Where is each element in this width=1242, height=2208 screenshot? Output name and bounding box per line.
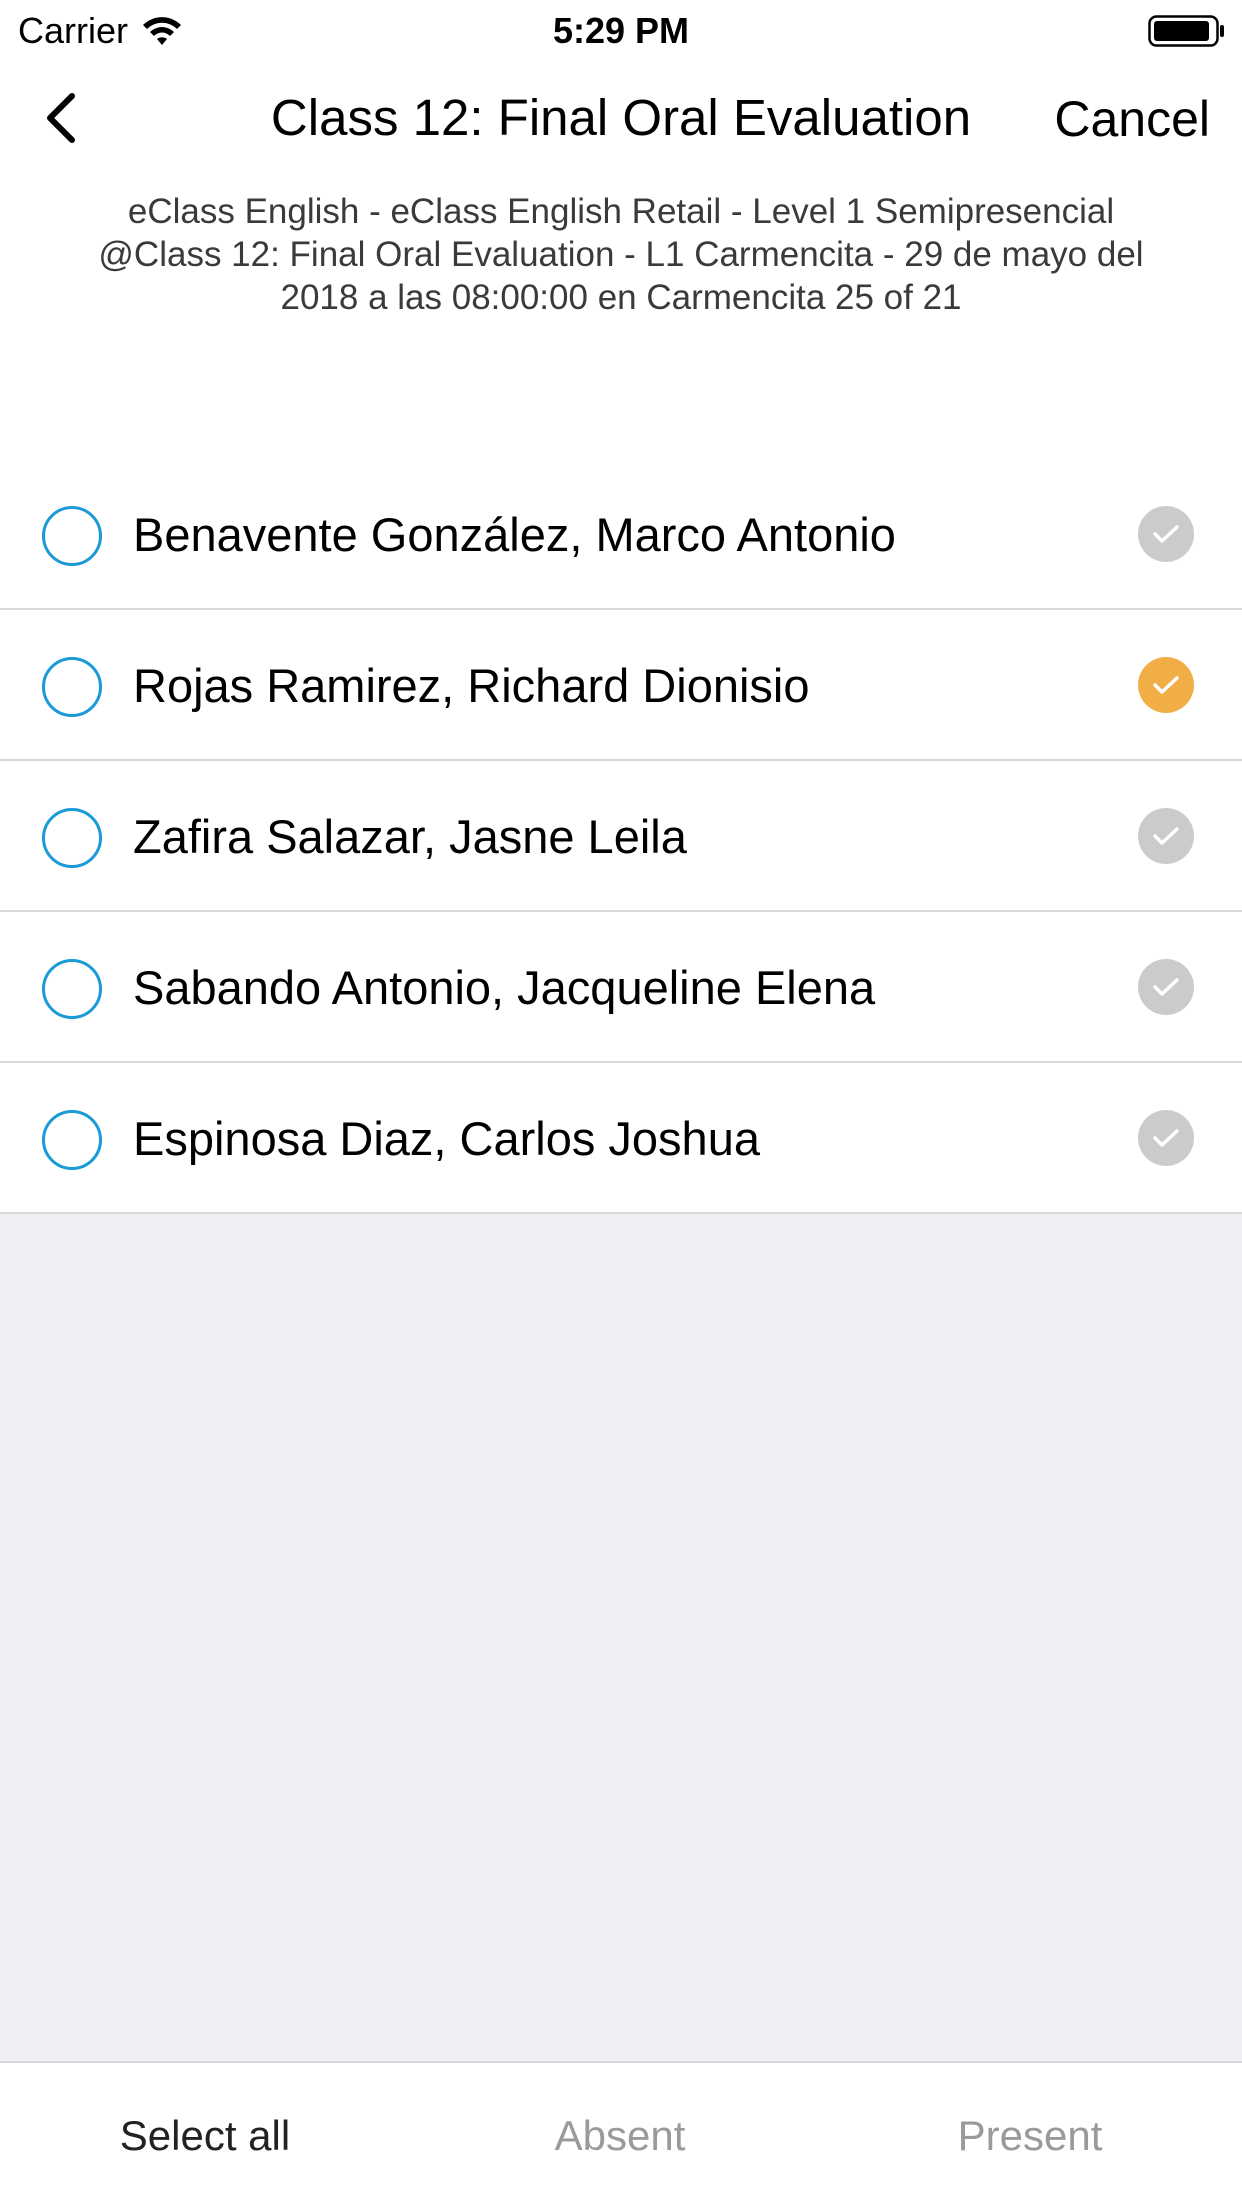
present-button[interactable]: Present [880,2063,1180,2208]
checkmark-icon [1153,525,1179,543]
absent-button[interactable]: Absent [470,2063,770,2208]
attendance-screen: Carrier 5:29 PM Class 12: Final Oral Eva… [0,0,1242,2208]
page-title: Class 12: Final Oral Evaluation [270,89,972,146]
attendance-status-button[interactable] [1138,959,1194,1015]
header-area: Carrier 5:29 PM Class 12: Final Oral Eva… [0,0,1242,459]
student-row[interactable]: Benavente González, Marco Antonio [0,459,1242,610]
student-name: Espinosa Diaz, Carlos Joshua [133,1112,760,1165]
student-name: Rojas Ramirez, Richard Dionisio [133,659,810,712]
status-bar: Carrier 5:29 PM [0,0,1242,60]
checkmark-icon [1153,978,1179,996]
class-description-line: 2018 a las 08:00:00 en Carmencita 25 of … [280,278,962,317]
select-all-button[interactable]: Select all [60,2063,350,2208]
student-row[interactable]: Zafira Salazar, Jasne Leila [0,761,1242,912]
back-button[interactable] [30,82,90,154]
select-radio[interactable] [42,657,102,717]
select-radio[interactable] [42,506,102,566]
student-row[interactable]: Espinosa Diaz, Carlos Joshua [0,1063,1242,1214]
attendance-status-button[interactable] [1138,506,1194,562]
bottom-toolbar: Select all Absent Present [0,2061,1242,2208]
student-row[interactable]: Sabando Antonio, Jacqueline Elena [0,912,1242,1063]
student-name: Zafira Salazar, Jasne Leila [133,810,687,863]
class-description-line: @Class 12: Final Oral Evaluation - L1 Ca… [98,235,1144,274]
attendance-status-button[interactable] [1138,1110,1194,1166]
attendance-status-button[interactable] [1138,657,1194,713]
student-name: Benavente González, Marco Antonio [133,508,896,561]
select-radio[interactable] [42,808,102,868]
select-radio[interactable] [42,1110,102,1170]
select-radio[interactable] [42,959,102,1019]
checkmark-icon [1153,827,1179,845]
student-name: Sabando Antonio, Jacqueline Elena [133,961,876,1014]
cancel-button[interactable]: Cancel [1054,90,1210,148]
status-time: 5:29 PM [552,10,690,51]
navigation-bar: Class 12: Final Oral Evaluation Cancel [0,60,1242,180]
back-chevron-icon [47,93,75,143]
class-description: eClass English - eClass English Retail -… [40,190,1202,319]
battery-icon [1148,15,1224,47]
student-list: Benavente González, Marco Antonio Rojas … [0,459,1242,1214]
checkmark-icon [1153,676,1179,694]
checkmark-icon [1153,1129,1179,1147]
class-description-line: eClass English - eClass English Retail -… [127,192,1115,231]
attendance-status-button[interactable] [1138,808,1194,864]
student-row[interactable]: Rojas Ramirez, Richard Dionisio [0,610,1242,761]
